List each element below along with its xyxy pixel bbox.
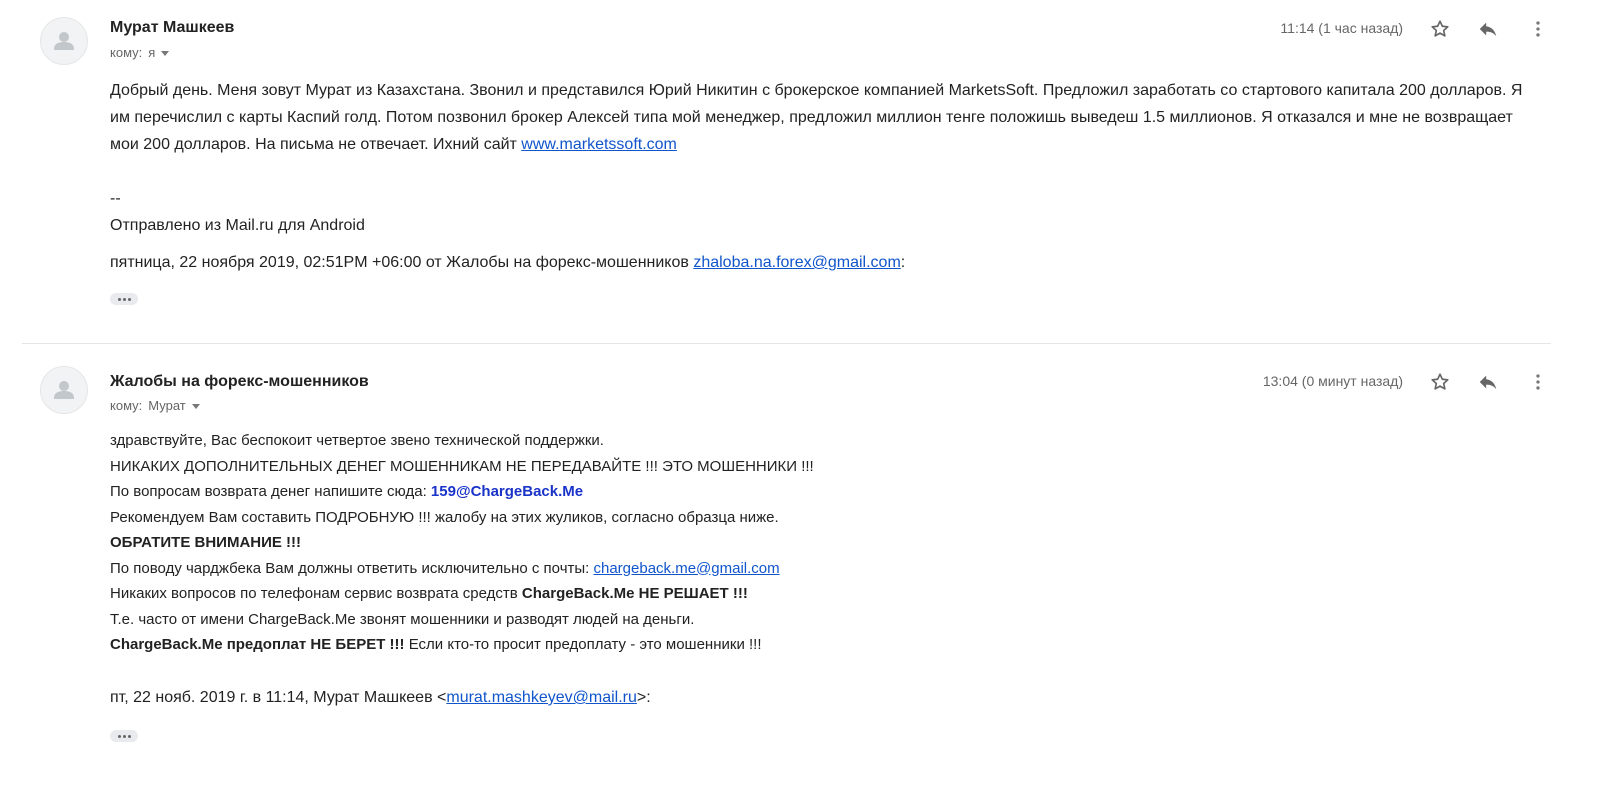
sender-name[interactable]: Жалобы на форекс-мошенников xyxy=(110,373,369,391)
recipients-prefix: кому: xyxy=(110,45,143,60)
star-icon xyxy=(1431,373,1449,390)
body-text-bold: ChargeBack.Me НЕ РЕШАЕТ !!! xyxy=(521,585,748,602)
body-line: По поводу чарджбека Вам должны ответить … xyxy=(110,556,1310,582)
ellipsis-icon xyxy=(122,297,126,301)
more-vert-icon xyxy=(1536,374,1540,390)
ellipsis-icon xyxy=(127,734,131,738)
body-line: Рекомендуем Вам составить ПОДРОБНУЮ !!! … xyxy=(110,508,779,526)
more-button[interactable] xyxy=(1526,17,1550,41)
avatar[interactable] xyxy=(40,366,88,414)
signature: Отправлено из Mail.ru для Android xyxy=(110,217,365,234)
ellipsis-icon xyxy=(122,734,126,738)
show-trimmed-button[interactable] xyxy=(110,293,138,305)
ellipsis-icon xyxy=(127,297,131,301)
email-thread: Мурат Машкеев кому: я 11:14 (1 час назад… xyxy=(0,0,1599,795)
recipients-toggle[interactable]: кому: я xyxy=(110,45,170,60)
message-time: 13:04 (0 минут назад) xyxy=(1262,373,1403,389)
star-icon xyxy=(1431,20,1449,37)
message-time: 11:14 (1 час назад) xyxy=(1280,20,1403,36)
body-line: здравствуйте, Вас беспокоит четвертое зв… xyxy=(110,432,604,449)
quote-email-link[interactable]: murat.mashkeyev@mail.ru xyxy=(446,689,637,706)
recipients-value: я xyxy=(148,45,156,60)
caret-down-icon[interactable] xyxy=(161,50,170,56)
person-icon xyxy=(54,381,74,399)
message-1: Мурат Машкеев кому: я 11:14 (1 час назад… xyxy=(0,0,1599,343)
star-button[interactable] xyxy=(1428,17,1452,41)
more-vert-icon xyxy=(1536,21,1540,37)
show-trimmed-button[interactable] xyxy=(110,730,138,742)
body-line: По вопросам возврата денег напишите сюда… xyxy=(110,479,1310,505)
body-line: Т.е. часто от имени ChargeBack.Me звонят… xyxy=(110,610,695,628)
quote-header: пт, 22 нояб. 2019 г. в 11:14, Мурат Машк… xyxy=(110,689,651,707)
body-line: ChargeBack.Me предоплат НЕ БЕРЕТ !!! Есл… xyxy=(110,632,1310,658)
message-2: Жалобы на форекс-мошенников кому: Мурат … xyxy=(0,344,1599,795)
recipients-toggle[interactable]: кому: Мурат xyxy=(110,398,200,413)
recipients-value: Мурат xyxy=(148,398,186,413)
message-body: Добрый день. Меня зовут Мурат из Казахст… xyxy=(110,77,1545,239)
site-link[interactable]: www.marketssoft.com xyxy=(521,136,677,153)
body-line-bold: ОБРАТИТЕ ВНИМАНИЕ !!! xyxy=(110,534,302,551)
body-text: Добрый день. Меня зовут Мурат из Казахст… xyxy=(110,82,1523,153)
reply-icon xyxy=(1479,375,1497,390)
body-text-bold: ChargeBack.Me предоплат НЕ БЕРЕТ !!! xyxy=(110,636,405,653)
ellipsis-icon xyxy=(117,734,121,738)
chargeback-gmail-link[interactable]: chargeback.me@gmail.com xyxy=(594,560,780,577)
body-text: По вопросам возврата денег напишите сюда… xyxy=(110,483,431,500)
body-text: Никаких вопросов по телефонам сервис воз… xyxy=(110,585,522,602)
reply-button[interactable] xyxy=(1476,17,1500,41)
quote-suffix: : xyxy=(900,254,906,271)
person-icon xyxy=(54,32,74,50)
body-text: По поводу чарджбека Вам должны ответить … xyxy=(110,559,594,577)
quote-prefix: пт, 22 нояб. 2019 г. в 11:14, Мурат Машк… xyxy=(110,689,447,706)
quote-suffix: >: xyxy=(636,689,651,706)
caret-down-icon[interactable] xyxy=(191,403,200,409)
body-text: Если кто-то просит предоплату - это моше… xyxy=(404,636,762,653)
chargeback-email[interactable]: 159@ChargeBack.Me xyxy=(431,483,583,500)
signature-dash: -- xyxy=(110,190,121,207)
star-button[interactable] xyxy=(1428,370,1452,394)
ellipsis-icon xyxy=(117,297,121,301)
quote-email-link[interactable]: zhaloba.na.forex@gmail.com xyxy=(693,254,900,271)
message-body: здравствуйте, Вас беспокоит четвертое зв… xyxy=(110,428,1310,658)
body-line: Никаких вопросов по телефонам сервис воз… xyxy=(110,581,1310,607)
sender-name[interactable]: Мурат Машкеев xyxy=(110,19,234,37)
more-button[interactable] xyxy=(1526,370,1550,394)
quote-header: пятница, 22 ноября 2019, 02:51PM +06:00 … xyxy=(110,254,905,272)
reply-icon xyxy=(1479,22,1497,37)
body-paragraph: Добрый день. Меня зовут Мурат из Казахст… xyxy=(110,77,1545,158)
recipients-prefix: кому: xyxy=(110,398,143,413)
quote-prefix: пятница, 22 ноября 2019, 02:51PM +06:00 … xyxy=(110,254,694,271)
reply-button[interactable] xyxy=(1476,370,1500,394)
body-line: НИКАКИХ ДОПОЛНИТЕЛЬНЫХ ДЕНЕГ МОШЕННИКАМ … xyxy=(110,457,814,475)
avatar[interactable] xyxy=(40,17,88,65)
